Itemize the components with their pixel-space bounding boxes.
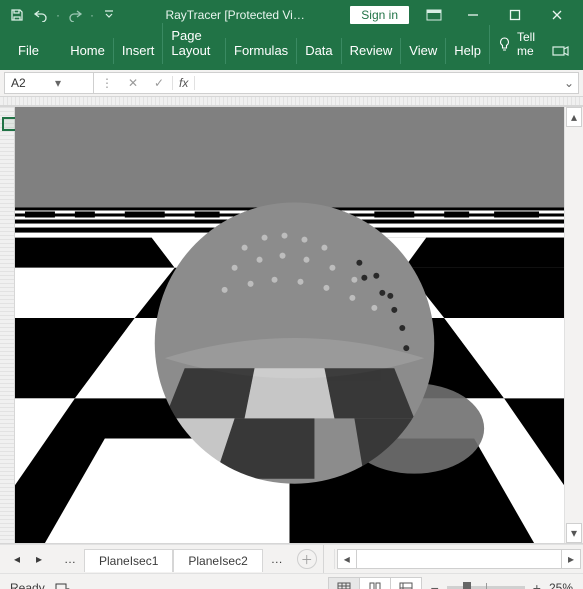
ribbon-display-icon[interactable] <box>417 4 451 26</box>
ribbon-tabs: File Home Insert Page Layout Formulas Da… <box>0 30 583 70</box>
vertical-scroll-track[interactable] <box>565 127 583 523</box>
qat-customize-icon[interactable] <box>98 4 120 26</box>
name-box-value: A2 <box>5 76 49 90</box>
tab-view[interactable]: View <box>400 38 445 64</box>
sheet-nav-next-icon[interactable]: ▸ <box>28 548 50 570</box>
tab-page-layout[interactable]: Page Layout <box>162 23 225 64</box>
zoom-controls: − + 25% <box>421 580 583 589</box>
dropdown-icon[interactable]: ⋮ <box>94 76 120 90</box>
formula-input-wrap: ⋮ ✕ ✓ fx ⌄ <box>94 72 579 94</box>
close-button[interactable] <box>537 0 577 30</box>
scroll-down-button[interactable]: ▾ <box>566 523 582 543</box>
sheet-nav: ◂ ▸ <box>0 548 56 570</box>
zoom-in-button[interactable]: + <box>533 580 541 589</box>
sheet-ellipsis-left[interactable]: … <box>56 552 84 566</box>
tab-data[interactable]: Data <box>296 38 340 64</box>
zoom-out-button[interactable]: − <box>431 580 439 589</box>
vertical-scrollbar[interactable]: ▴ ▾ <box>564 107 583 543</box>
horizontal-scroll-track[interactable] <box>357 549 561 569</box>
formula-bar: A2 ▾ ⋮ ✕ ✓ fx ⌄ <box>0 70 583 97</box>
undo-icon[interactable] <box>30 4 52 26</box>
name-box[interactable]: A2 ▾ <box>4 72 94 94</box>
raytraced-image <box>15 107 564 543</box>
row-headers[interactable] <box>0 107 15 543</box>
tab-insert[interactable]: Insert <box>113 38 163 64</box>
view-page-break-icon[interactable] <box>390 577 422 589</box>
sheet-tab-planeisec1[interactable]: PlaneIsec1 <box>84 549 173 572</box>
cell-grid[interactable] <box>15 107 564 543</box>
worksheet-area: ▴ ▾ <box>0 106 583 544</box>
redo-icon[interactable] <box>64 4 86 26</box>
document-title: RayTracer [Protected Vi… <box>122 8 348 22</box>
scroll-left-button[interactable]: ◂ <box>337 549 357 569</box>
expand-formula-icon[interactable]: ⌄ <box>560 76 578 90</box>
tell-me-label: Tell me <box>517 30 535 58</box>
enter-icon[interactable]: ✓ <box>146 76 172 90</box>
column-headers[interactable] <box>0 97 583 106</box>
tab-help[interactable]: Help <box>445 38 489 64</box>
sheet-ellipsis-right[interactable]: … <box>263 552 291 566</box>
minimize-button[interactable] <box>453 0 493 30</box>
cancel-icon[interactable]: ✕ <box>120 76 146 90</box>
new-sheet-button[interactable]: ＋ <box>297 549 317 569</box>
sheet-tab-strip: ◂ ▸ … PlaneIsec1 PlaneIsec2 … ＋ ◂ ▸ <box>0 544 583 573</box>
zoom-level-label[interactable]: 25% <box>549 581 573 589</box>
view-page-layout-icon[interactable] <box>359 577 391 589</box>
chevron-down-icon[interactable]: ▾ <box>49 76 93 90</box>
zoom-slider[interactable] <box>447 586 525 589</box>
save-icon[interactable] <box>6 4 28 26</box>
scroll-right-button[interactable]: ▸ <box>561 549 581 569</box>
file-tab[interactable]: File <box>6 38 51 64</box>
sheet-nav-prev-icon[interactable]: ◂ <box>6 548 28 570</box>
tab-review[interactable]: Review <box>341 38 401 64</box>
formula-controls: ⋮ ✕ ✓ <box>94 76 173 90</box>
status-bar: Ready − + 25% <box>0 573 583 589</box>
lightbulb-icon <box>498 37 511 52</box>
sign-in-button[interactable]: Sign in <box>350 6 409 24</box>
view-normal-icon[interactable] <box>328 577 360 589</box>
scroll-up-button[interactable]: ▴ <box>566 107 582 127</box>
fx-label[interactable]: fx <box>173 76 195 90</box>
status-mode: Ready <box>0 581 55 589</box>
tab-home[interactable]: Home <box>62 38 113 64</box>
share-icon[interactable] <box>543 39 577 64</box>
separator: · <box>54 8 62 22</box>
tab-formulas[interactable]: Formulas <box>225 38 296 64</box>
zoom-center-tick <box>486 583 487 589</box>
view-switcher <box>328 577 421 589</box>
quick-access-toolbar: · · <box>6 4 120 26</box>
sheet-tab-planeisec2[interactable]: PlaneIsec2 <box>173 549 262 572</box>
macro-record-icon[interactable] <box>55 581 81 589</box>
tell-me[interactable]: Tell me <box>489 25 543 64</box>
horizontal-scrollbar[interactable]: ◂ ▸ <box>334 549 583 569</box>
separator: · <box>88 8 96 22</box>
zoom-slider-thumb[interactable] <box>463 582 471 589</box>
